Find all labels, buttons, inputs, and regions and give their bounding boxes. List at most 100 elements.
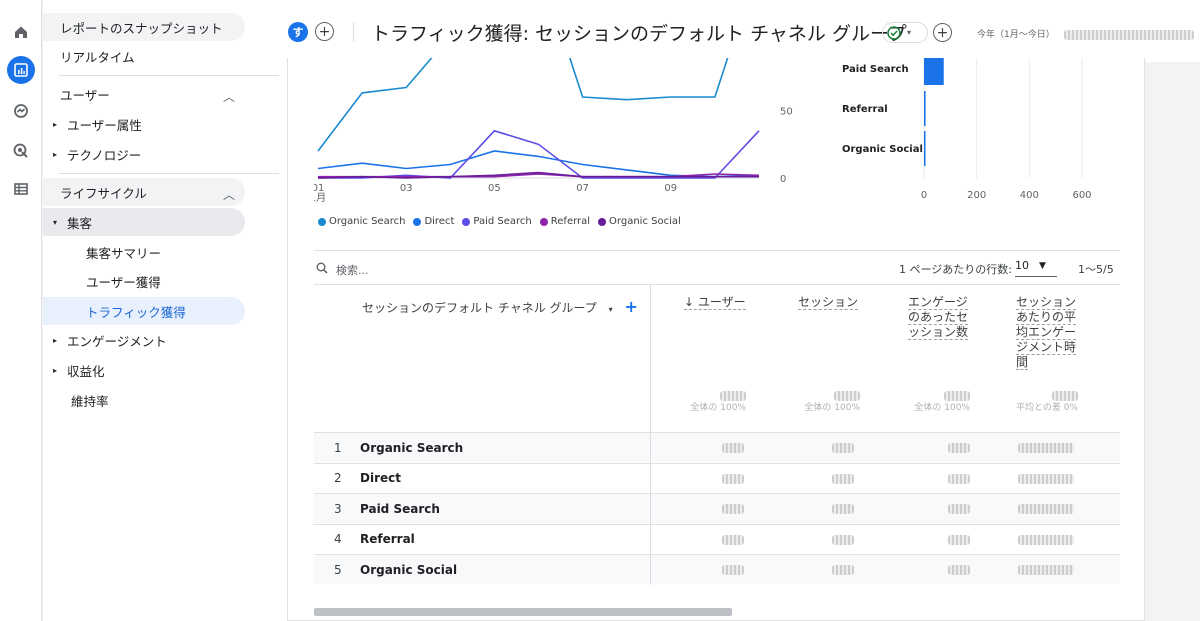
bar-paid-search <box>924 58 944 85</box>
reports-icon[interactable] <box>7 56 35 84</box>
row-channel-name: Organic Search <box>360 440 464 455</box>
metric-header[interactable]: ↓ ユーザー <box>684 295 754 310</box>
redacted-metric-value <box>948 565 970 575</box>
nav-realtime[interactable]: リアルタイム <box>60 42 135 70</box>
nav-section-lifecycle[interactable]: ライフサイクル <box>43 178 245 206</box>
nav-snapshot[interactable]: レポートのスナップショット <box>43 13 245 41</box>
row-channel-name: Organic Social <box>360 562 458 577</box>
rows-per-page-select[interactable]: 10 ▼ <box>1015 255 1057 277</box>
nav-technology-label: テクノロジー <box>67 147 142 163</box>
nav-engagement-label: エンゲージメント <box>67 333 167 349</box>
column-divider <box>650 433 651 463</box>
metric-total-note: 平均との差 0% <box>1015 403 1078 413</box>
redacted-total-value <box>944 391 970 401</box>
row-rank: 1 <box>334 440 342 455</box>
legend-label: Referral <box>550 216 591 227</box>
legend-swatch <box>462 217 471 226</box>
chevron-up-icon[interactable]: ︿ <box>223 186 275 203</box>
column-divider <box>650 494 651 524</box>
table-toolbar: 検索... 1 ページあたりの行数: 10 ▼ 1～5/5 <box>314 250 1120 284</box>
dimension-header-label: セッションのデフォルト チャネル グループ <box>362 301 597 315</box>
x-tick-label: 600 <box>1072 190 1091 201</box>
add-filter-icon[interactable]: + <box>933 23 952 42</box>
nav-acquisition[interactable]: ▾ 集客 <box>43 208 245 236</box>
nav-section-user[interactable]: ユーザー <box>60 80 240 108</box>
metric-total-note: 全体の 100% <box>804 403 860 413</box>
metric-header-label: あたりの平 <box>1016 310 1077 325</box>
nav-technology[interactable]: ▸ テクノロジー <box>53 140 141 168</box>
legend-item[interactable]: Organic Social <box>598 216 681 227</box>
metric-header[interactable]: セッション あたりの平 均エンゲー ジメント時間 <box>1016 295 1088 370</box>
bar-organic-social <box>924 131 926 166</box>
nav-retention[interactable]: 維持率 <box>71 386 109 414</box>
chevron-up-icon[interactable]: ︿ <box>223 88 275 105</box>
row-rank: 5 <box>334 562 342 577</box>
redacted-metric-value <box>722 534 744 545</box>
legend-item[interactable]: Paid Search <box>462 216 532 227</box>
nav-engagement[interactable]: ▸ エンゲージメント <box>53 326 167 354</box>
caret-right-icon: ▸ <box>53 119 58 129</box>
legend-swatch <box>598 217 607 226</box>
y-tick-label: 50 <box>780 107 793 118</box>
column-divider <box>650 463 651 494</box>
legend-label: Direct <box>424 216 455 227</box>
redacted-total-value <box>1052 391 1078 401</box>
table-row[interactable]: 5 Organic Social <box>314 554 1120 585</box>
nav-user-attributes-label: ユーザー属性 <box>67 117 142 133</box>
add-comparison-icon[interactable]: + <box>315 22 334 41</box>
explore-icon[interactable] <box>7 97 35 125</box>
chevron-down-icon: ▾ <box>907 28 912 37</box>
chart-legend: Organic Search Direct Paid Search Referral O… <box>318 216 681 227</box>
nav-acq-overview[interactable]: 集客サマリー <box>86 238 161 266</box>
bar-category-label: Referral <box>842 104 888 115</box>
caret-right-icon: ▸ <box>53 365 58 375</box>
report-header: す + トラフィック獲得: セッションのデフォルト チャネル グループ ▾ + … <box>287 0 1200 62</box>
advertising-icon[interactable] <box>7 137 35 165</box>
table-header: セッションのデフォルト チャネル グループ ▾ + ↓ ユーザー全体の 100%… <box>314 284 1120 585</box>
nav-user-acquisition-label: ユーザー獲得 <box>86 274 161 290</box>
metric-total-note: 全体の 100% <box>690 403 746 413</box>
redacted-metric-value <box>722 473 744 484</box>
series-line-organic-search <box>317 58 729 152</box>
x-tick-label: 400 <box>1020 190 1039 201</box>
row-channel-name: Referral <box>360 532 415 546</box>
redacted-metric-value <box>832 565 854 575</box>
nav-snapshot-label: レポートのスナップショット <box>60 20 223 36</box>
column-divider <box>650 555 651 585</box>
add-dimension-icon[interactable]: + <box>624 297 637 316</box>
nav-divider <box>59 75 279 76</box>
redacted-metric-value <box>722 504 744 514</box>
bar-category-label: Organic Social <box>842 144 923 155</box>
table-row[interactable]: 3 Paid Search <box>314 493 1120 524</box>
table-row[interactable]: 1 Organic Search <box>314 432 1120 463</box>
metric-header[interactable]: セッション <box>798 295 868 310</box>
nav-user-attributes[interactable]: ▸ ユーザー属性 <box>53 110 142 138</box>
home-icon[interactable] <box>7 18 35 46</box>
status-chip[interactable]: ▾ <box>882 22 928 43</box>
legend-item[interactable]: Direct <box>413 216 454 227</box>
metric-header[interactable]: エンゲージ のあったセ ッション数 <box>908 295 976 340</box>
search-input[interactable]: 検索... <box>336 262 369 278</box>
dimension-header[interactable]: セッションのデフォルト チャネル グループ ▾ + <box>362 297 638 316</box>
search-icon <box>316 262 328 274</box>
configure-icon[interactable] <box>7 175 35 203</box>
metric-header-label: のあったセ <box>908 310 969 325</box>
metric-header-label: ジメント時 <box>1016 340 1077 355</box>
table-row[interactable]: 4 Referral <box>314 523 1120 555</box>
nav-traffic-acquisition[interactable]: トラフィック獲得 <box>43 297 245 325</box>
avatar[interactable]: す <box>288 22 308 42</box>
metric-header-label: セッション <box>1016 295 1077 310</box>
horizontal-scrollbar[interactable] <box>314 608 732 616</box>
x-tick-label: 0 <box>921 190 927 201</box>
redacted-metric-value <box>832 443 854 453</box>
legend-item[interactable]: Referral <box>539 216 591 227</box>
redacted-total-value <box>720 391 746 401</box>
table-row[interactable]: 2 Direct <box>314 462 1120 494</box>
legend-swatch <box>318 217 326 226</box>
legend-item[interactable]: Organic Search <box>318 216 405 227</box>
redacted-metric-value <box>948 504 970 514</box>
nav-monetization[interactable]: ▸ 収益化 <box>53 356 105 384</box>
nav-user-acquisition[interactable]: ユーザー獲得 <box>86 267 161 295</box>
date-range[interactable]: 今年（1月～今日） <box>977 27 1194 40</box>
caret-right-icon: ▸ <box>53 149 58 159</box>
